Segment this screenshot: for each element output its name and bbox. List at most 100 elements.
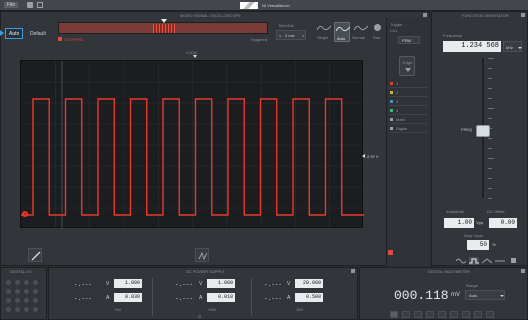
time-overview-bar[interactable] [58,22,268,34]
freq-label: Frequency [443,33,462,38]
square-wave-button[interactable] [469,257,479,265]
trigger-value-field[interactable]: FSW [398,36,420,44]
settings-icon[interactable] [27,2,33,8]
file-menu[interactable]: File [4,2,19,8]
ch2-v-unit: V [199,281,203,287]
run-button[interactable]: Run [372,22,384,42]
scope-expand-icon[interactable] [423,13,427,17]
ch1-current-field[interactable]: 0.030 [114,293,142,302]
duty-field[interactable]: 50 [467,240,489,250]
dmm-mode-button[interactable] [426,311,434,318]
scope-header: MIXED SIGNAL OSCILLOSCOPE [180,13,241,18]
channel-math-item[interactable]: Math [389,116,427,124]
dmm-mode-button[interactable] [462,311,470,318]
fgen-expand-icon[interactable] [521,13,525,17]
dmm-mode-button[interactable] [390,311,398,318]
dmm-mode-button[interactable] [450,311,458,318]
sine-wave-button[interactable] [456,257,466,265]
dio-line-indicator[interactable] [15,307,20,312]
slider-tick [488,178,492,179]
trigger-level-marker[interactable] [362,154,365,158]
channel-digital-item[interactable]: Digital [389,125,427,133]
ch3-current-field[interactable]: 0.500 [295,293,323,302]
dio-line-indicator[interactable] [24,307,29,312]
ch2-voltage-field[interactable]: 1.000 [207,279,235,288]
freq-slider-knob[interactable] [476,125,490,137]
normal-wave-icon [354,25,368,31]
math-tool-button[interactable] [195,248,209,262]
dmm-mode-button[interactable] [438,311,446,318]
output-enable-icon[interactable] [511,258,516,263]
slider-tick [488,188,492,189]
dio-line-indicator[interactable] [33,280,38,285]
channel-settings-icon[interactable] [388,250,393,255]
timediv-decrease[interactable]: < [279,33,281,38]
dio-line-indicator[interactable] [33,289,38,294]
chevron-down-icon [518,47,522,49]
dio-line-indicator[interactable] [15,298,20,303]
channel-3-item[interactable]: 3 [389,98,427,106]
trigger-mode: Ch1 [390,28,398,33]
dio-line-indicator[interactable] [6,280,11,285]
freq-field[interactable]: 1.234 568 [443,41,501,52]
run-icon [374,24,381,31]
time-overview-window[interactable] [153,24,175,33]
channel-2-item[interactable]: 2 [389,89,427,97]
trigger-position-marker[interactable] [161,19,167,23]
dio-line-indicator[interactable] [15,289,20,294]
scope-graph[interactable] [20,60,364,229]
dmm-reading: 000.118 [394,288,449,303]
dio-line-indicator[interactable] [6,289,11,294]
cursor-tool-button[interactable] [28,248,42,262]
triangle-wave-button[interactable] [482,257,492,265]
ch3-voltage-field[interactable]: 20.000 [295,279,323,288]
dio-line-indicator[interactable] [24,280,29,285]
window-icon[interactable] [37,2,43,8]
timediv-control[interactable]: < 2 ms/ > [276,30,306,40]
slider-tick [488,108,494,109]
dmm-mode-button[interactable] [414,311,422,318]
freq-unit-select[interactable]: kHz [503,41,522,52]
default-button[interactable]: Default [30,31,46,37]
ch1-voltage-field[interactable]: 1.000 [114,279,142,288]
ch2-measured-a: -.--- [175,295,194,302]
power-expand-icon[interactable] [351,269,355,273]
dc-offset-field[interactable]: 0.00 [489,218,517,228]
trigger-time-marker[interactable] [193,55,197,58]
dmm-mode-button[interactable] [474,311,482,318]
power-output-toggle[interactable]: ⏻ [198,314,201,319]
dc-wave-button[interactable] [495,257,505,265]
trigger-edge-icon [405,68,411,72]
dio-line-indicator[interactable] [24,289,29,294]
ch1-name: +6V [114,307,122,312]
dio-grid [6,280,42,316]
dmm-unit: mV [451,292,460,298]
dio-line-indicator[interactable] [24,298,29,303]
channel-4-item[interactable]: 4 [389,107,427,115]
range-select[interactable]: Auto [465,290,505,300]
dio-line-indicator[interactable] [33,298,38,303]
dmm-mode-button[interactable] [402,311,410,318]
channel-2-swatch [390,91,393,94]
dio-line-indicator[interactable] [33,307,38,312]
auto-button[interactable]: Auto [5,28,23,39]
trigger-level-value: 2.97 V [367,154,379,159]
amplitude-field[interactable]: 1.00 [444,218,474,228]
dio-line-indicator[interactable] [6,307,11,312]
dio-line-indicator[interactable] [15,280,20,285]
mode-single-button[interactable]: Single [316,22,332,42]
mode-normal-button[interactable]: Normal [352,22,370,42]
trigger-edge-control[interactable]: Edge [399,56,415,76]
timediv-increase[interactable]: > [302,33,304,38]
scope-display [21,61,364,229]
ch2-current-field[interactable]: 0.010 [207,293,235,302]
channel-3-swatch [390,100,393,103]
channel-1-item[interactable]: 1 [389,80,427,88]
dio-line-indicator[interactable] [6,298,11,303]
dmm-mode-button[interactable] [486,311,494,318]
dmm-expand-icon[interactable] [521,269,525,273]
mode-auto-button[interactable]: Auto [334,22,350,42]
ch3-measured-v: -.--- [264,281,283,288]
dio-header: DIGITAL I/O [10,269,32,274]
ch3-v-unit: V [287,281,291,287]
